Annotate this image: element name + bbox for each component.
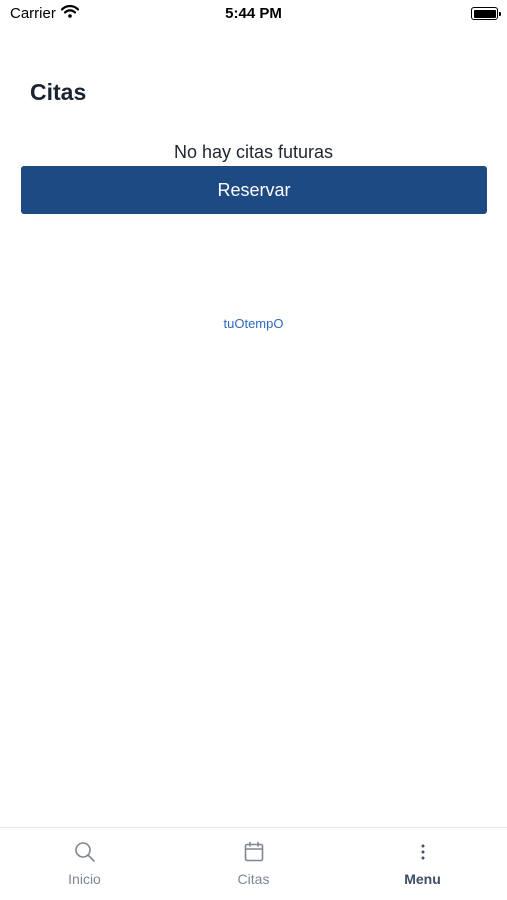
tab-inicio[interactable]: Inicio xyxy=(0,828,169,900)
page-title: Citas xyxy=(30,79,87,105)
tab-bar: Inicio Citas Menu xyxy=(0,827,507,900)
tab-menu[interactable]: Menu xyxy=(338,828,507,900)
brand-link[interactable]: tuOtempO xyxy=(0,316,507,331)
more-vertical-icon xyxy=(411,840,435,864)
battery-icon xyxy=(471,7,501,20)
calendar-icon xyxy=(242,840,266,864)
empty-appointments-message: No hay citas futuras xyxy=(173,142,334,162)
tab-label-citas: Citas xyxy=(237,871,270,887)
status-bar: Carrier 5:44 PM xyxy=(0,0,507,30)
tab-citas[interactable]: Citas xyxy=(169,828,338,900)
tab-label-menu: Menu xyxy=(404,871,441,887)
status-time: 5:44 PM xyxy=(225,5,282,22)
tab-label-inicio: Inicio xyxy=(68,871,101,887)
reserve-button[interactable]: Reservar xyxy=(21,166,487,214)
search-icon xyxy=(73,840,97,864)
